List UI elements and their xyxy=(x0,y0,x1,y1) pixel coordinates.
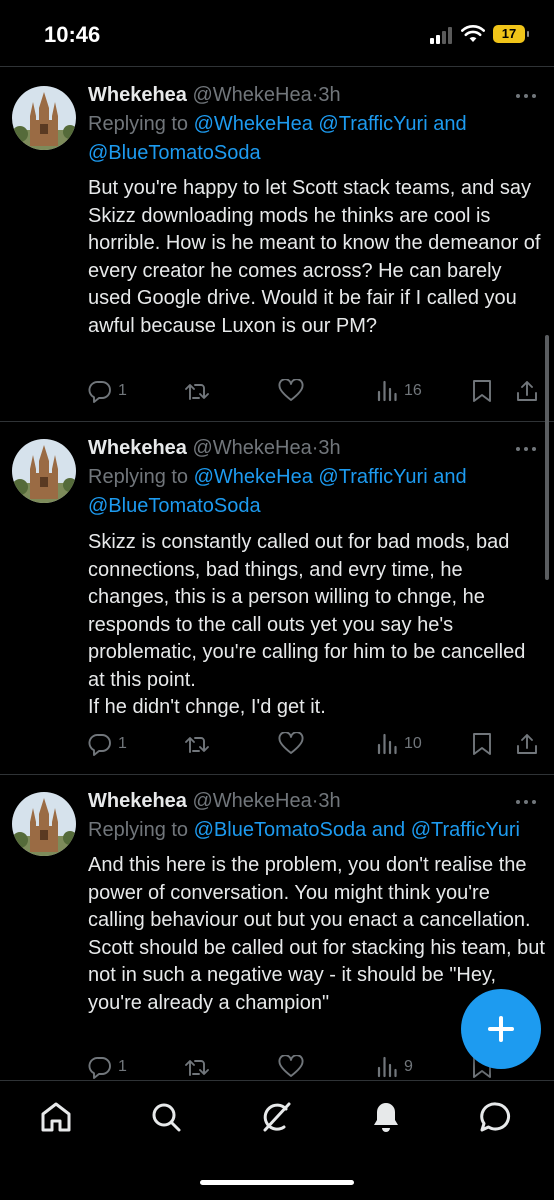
like-button[interactable] xyxy=(278,1054,304,1080)
reply-icon xyxy=(88,381,111,403)
like-icon xyxy=(278,1055,304,1077)
view-count: 16 xyxy=(404,382,422,399)
cellular-signal-icon xyxy=(430,26,456,44)
tweet-text: And this here is the problem, you don't … xyxy=(88,854,545,1014)
reply-button[interactable]: 1 xyxy=(88,1054,127,1080)
retweet-icon xyxy=(185,737,209,753)
like-button[interactable] xyxy=(278,731,304,757)
like-icon xyxy=(278,379,304,401)
avatar[interactable] xyxy=(12,439,76,503)
reply-mentions-link[interactable]: @BlueTomatoSoda xyxy=(88,495,261,517)
reply-count: 1 xyxy=(118,735,127,752)
divider xyxy=(0,66,554,67)
reply-button[interactable]: 1 xyxy=(88,378,127,404)
retweet-icon xyxy=(185,1060,209,1076)
user-handle[interactable]: @WhekeHea xyxy=(193,84,312,106)
status-time: 10:46 xyxy=(44,22,101,47)
tweet-header: Whekehea @WhekeHea·3h xyxy=(88,790,341,813)
share-button[interactable] xyxy=(515,731,539,757)
wifi-icon xyxy=(461,25,485,42)
like-icon xyxy=(278,732,304,754)
replying-to-label: Replying to xyxy=(88,466,194,488)
views-icon xyxy=(377,733,397,755)
share-button[interactable] xyxy=(515,378,539,404)
bookmark-button[interactable] xyxy=(471,731,493,757)
tweet-time[interactable]: 3h xyxy=(318,437,340,459)
tweet-text: Skizz is constantly called out for bad m… xyxy=(88,531,526,718)
tab-grok[interactable] xyxy=(256,1097,296,1137)
views-icon xyxy=(377,1056,397,1078)
more-options-icon[interactable] xyxy=(516,94,540,100)
retweet-button[interactable] xyxy=(184,1054,210,1080)
more-options-icon[interactable] xyxy=(516,447,540,453)
reply-mentions-link[interactable]: @BlueTomatoSoda and @TrafficYuri xyxy=(194,819,520,841)
retweet-icon xyxy=(185,384,209,400)
battery-icon: 17 xyxy=(493,25,529,43)
avatar[interactable] xyxy=(12,792,76,856)
tweet-actions: 1 10 xyxy=(88,731,548,757)
replying-to-label: Replying to xyxy=(88,113,194,135)
bell-icon xyxy=(374,1103,398,1132)
display-name[interactable]: Whekehea xyxy=(88,790,187,812)
reply-count: 1 xyxy=(118,1058,127,1075)
share-icon xyxy=(517,734,537,754)
like-button[interactable] xyxy=(278,378,304,404)
views-button[interactable]: 16 xyxy=(376,378,422,404)
reply-mentions-link[interactable]: @BlueTomatoSoda xyxy=(88,142,261,164)
tab-notifications[interactable] xyxy=(366,1097,406,1137)
home-indicator[interactable] xyxy=(200,1180,354,1185)
reply-count: 1 xyxy=(118,382,127,399)
reply-button[interactable]: 1 xyxy=(88,731,127,757)
replying-to: Replying to @WhekeHea @TrafficYuri and @… xyxy=(88,463,548,521)
tweet[interactable]: Whekehea @WhekeHea·3h Replying to @Wheke… xyxy=(0,422,554,773)
bookmark-button[interactable] xyxy=(471,378,493,404)
status-bar: 10:46 17 xyxy=(0,0,554,68)
view-count: 10 xyxy=(404,735,422,752)
tweet-time[interactable]: 3h xyxy=(318,84,340,106)
views-button[interactable]: 10 xyxy=(376,731,422,757)
grok-icon xyxy=(263,1102,291,1132)
user-handle[interactable]: @WhekeHea xyxy=(193,790,312,812)
search-icon xyxy=(152,1103,181,1132)
avatar[interactable] xyxy=(12,86,76,150)
user-handle[interactable]: @WhekeHea xyxy=(193,437,312,459)
views-button[interactable]: 9 xyxy=(376,1054,413,1080)
bookmark-icon xyxy=(473,733,491,755)
tweet-actions: 1 16 xyxy=(88,378,548,404)
compose-button[interactable] xyxy=(461,989,541,1069)
reply-mentions-link[interactable]: @WhekeHea @TrafficYuri and xyxy=(194,466,467,488)
display-name[interactable]: Whekehea xyxy=(88,437,187,459)
retweet-button[interactable] xyxy=(184,378,210,404)
retweet-button[interactable] xyxy=(184,731,210,757)
bookmark-icon xyxy=(473,380,491,402)
messages-icon xyxy=(480,1102,511,1132)
tweet[interactable]: Whekehea @WhekeHea·3h Replying to @Wheke… xyxy=(0,68,554,420)
tab-search[interactable] xyxy=(146,1097,186,1137)
reply-icon xyxy=(88,1057,111,1079)
tweet-header: Whekehea @WhekeHea·3h xyxy=(88,437,341,460)
replying-to: Replying to @WhekeHea @TrafficYuri and @… xyxy=(88,110,548,168)
tweet-time[interactable]: 3h xyxy=(318,790,340,812)
tweet-text: But you're happy to let Scott stack team… xyxy=(88,177,541,337)
view-count: 9 xyxy=(404,1058,413,1075)
home-icon xyxy=(41,1102,71,1132)
replying-to-label: Replying to xyxy=(88,819,194,841)
more-options-icon[interactable] xyxy=(516,800,540,806)
share-icon xyxy=(517,381,537,401)
replying-to: Replying to @BlueTomatoSoda and @Traffic… xyxy=(88,816,548,845)
tab-messages[interactable] xyxy=(476,1097,516,1137)
views-icon xyxy=(377,380,397,402)
reply-icon xyxy=(88,734,111,756)
display-name[interactable]: Whekehea xyxy=(88,84,187,106)
reply-mentions-link[interactable]: @WhekeHea @TrafficYuri and xyxy=(194,113,467,135)
tab-home[interactable] xyxy=(36,1097,76,1137)
scrollbar[interactable] xyxy=(545,335,549,580)
tweet-header: Whekehea @WhekeHea·3h xyxy=(88,84,341,107)
